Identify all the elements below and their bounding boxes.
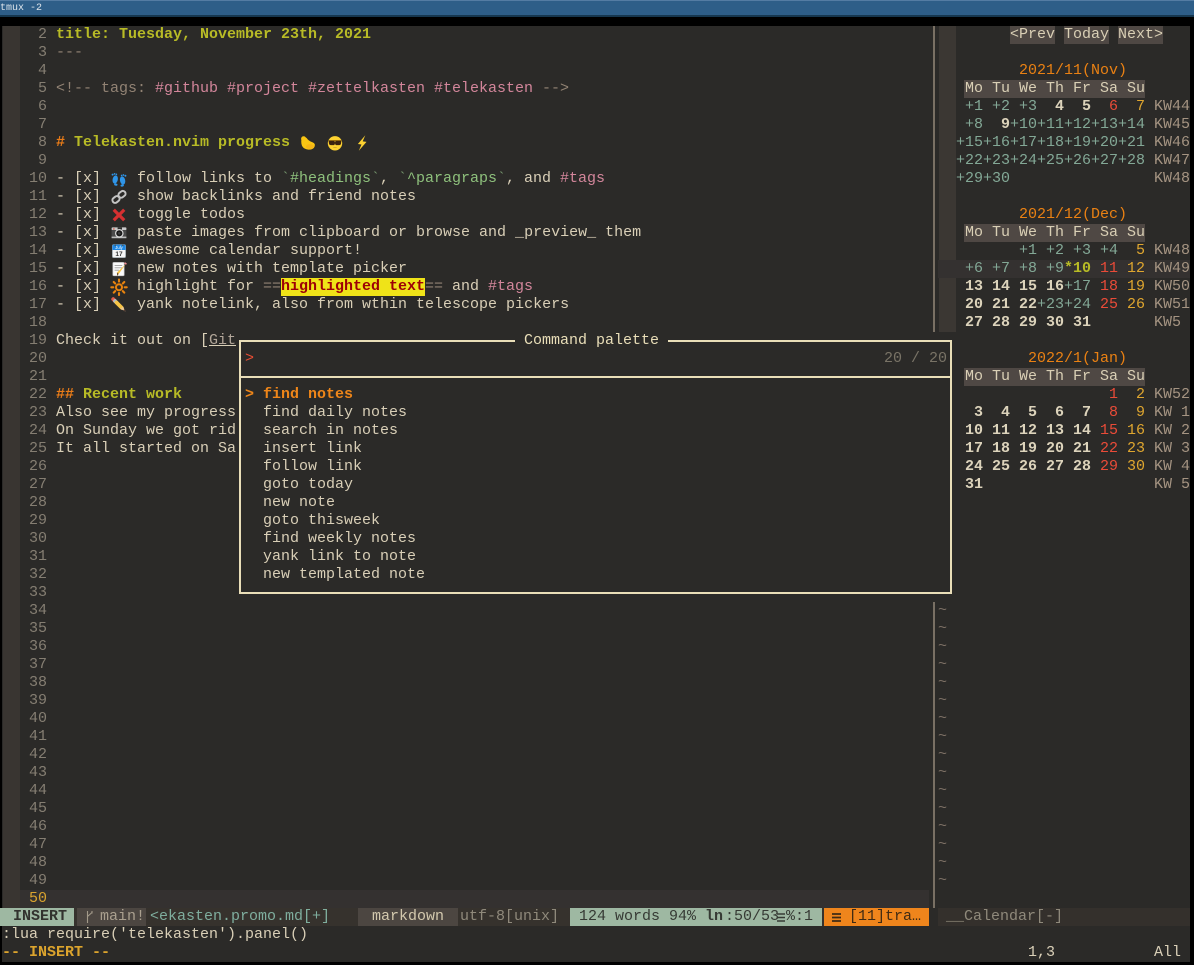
svg-text:17: 17 — [115, 251, 123, 258]
